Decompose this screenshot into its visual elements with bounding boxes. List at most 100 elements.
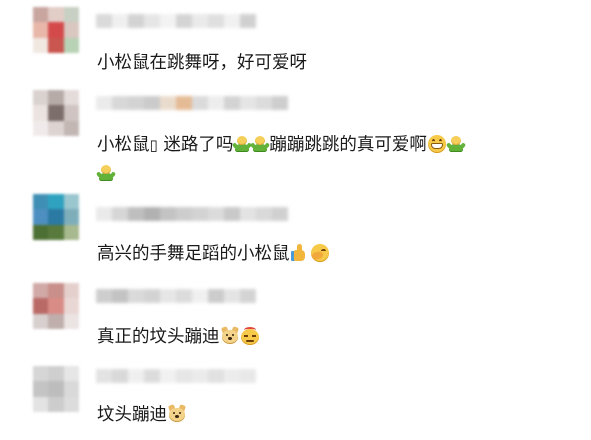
green-doll-emoji-icon [232, 135, 253, 153]
avatar-mosaic-tile [48, 194, 64, 210]
avatar-mosaic-tile [33, 90, 49, 106]
username-mosaic-tile [240, 96, 256, 110]
username-mosaic-tile [144, 207, 160, 221]
avatar[interactable] [33, 7, 79, 53]
username-mosaic-tile [192, 96, 208, 110]
username-mosaic-tile [224, 369, 240, 383]
avatar-mosaic-tile [63, 224, 79, 240]
avatar-mosaic-tile [48, 381, 64, 397]
comment-text: 高兴的手舞足蹈的小松鼠 [97, 240, 330, 268]
username-mosaic-tile [272, 207, 288, 221]
username-mosaic-tile [224, 14, 240, 28]
avatar-mosaic-tile [63, 105, 79, 121]
avatar-mosaic-tile [33, 37, 49, 53]
avatar-mosaic-tile [63, 120, 79, 136]
avatar-mosaic-tile [48, 37, 64, 53]
username-mosaic-tile [176, 14, 192, 28]
avatar-mosaic-tile [33, 22, 49, 38]
avatar-mosaic-tile [63, 90, 79, 106]
username-mosaic-tile [112, 96, 128, 110]
green-doll-emoji-icon [445, 135, 466, 153]
username-mosaic-tile [240, 14, 256, 28]
thumbs-up-emoji-icon [290, 244, 309, 262]
grinning-face-emoji-icon [427, 135, 446, 153]
username-mosaic-tile [256, 207, 272, 221]
username-blurred[interactable] [96, 14, 256, 28]
avatar-mosaic-tile [33, 283, 49, 299]
avatar-mosaic-tile [63, 37, 79, 53]
username-mosaic-tile [240, 369, 256, 383]
avatar-mosaic-tile [63, 298, 79, 314]
missing-glyph-box: ▯ [149, 136, 158, 154]
doge-emoji-icon [167, 404, 187, 423]
avatar-mosaic-tile [63, 194, 79, 210]
avatar-mosaic-tile [48, 366, 64, 382]
username-mosaic-tile [112, 207, 128, 221]
username-mosaic-tile [224, 289, 240, 303]
username-mosaic-tile [112, 14, 128, 28]
username-mosaic-tile [128, 289, 144, 303]
comment-text: 真正的坟头蹦迪 [97, 323, 260, 351]
avatar-mosaic-tile [48, 313, 64, 329]
username-blurred[interactable] [96, 96, 288, 110]
avatar[interactable] [33, 366, 79, 412]
username-mosaic-tile [96, 14, 112, 28]
username-mosaic-tile [208, 96, 224, 110]
username-mosaic-tile [224, 207, 240, 221]
avatar-mosaic-tile [63, 396, 79, 412]
avatar-mosaic-tile [48, 7, 64, 23]
username-mosaic-tile [96, 207, 112, 221]
avatar-mosaic-tile [48, 283, 64, 299]
username-mosaic-tile [160, 14, 176, 28]
avatar-mosaic-tile [48, 396, 64, 412]
username-mosaic-tile [176, 207, 192, 221]
avatar[interactable] [33, 194, 79, 240]
avatar-mosaic-tile [33, 105, 49, 121]
avatar-mosaic-tile [33, 209, 49, 225]
avatar-mosaic-tile [63, 22, 79, 38]
username-mosaic-tile [192, 369, 208, 383]
username-blurred[interactable] [96, 207, 288, 221]
username-blurred[interactable] [96, 289, 256, 303]
comment-list: 小松鼠在跳舞呀，好可爱呀 小松鼠▯ 迷路了吗 蹦蹦跳跳的真可爱啊 高兴的手舞足蹈的… [0, 0, 591, 440]
comment-text: 坟头蹦迪 [97, 401, 187, 429]
username-mosaic-tile [208, 369, 224, 383]
avatar-mosaic-tile [33, 298, 49, 314]
avatar[interactable] [33, 283, 79, 329]
username-mosaic-tile [176, 289, 192, 303]
username-mosaic-tile [192, 14, 208, 28]
username-mosaic-tile [176, 96, 192, 110]
green-doll-emoji-icon [250, 135, 271, 153]
avatar-mosaic-tile [63, 313, 79, 329]
avatar-mosaic-tile [48, 90, 64, 106]
username-mosaic-tile [128, 369, 144, 383]
comment-text-body: 坟头蹦迪 [97, 405, 167, 425]
comment-text-part: 迷路了吗 [163, 135, 234, 155]
avatar-mosaic-tile [48, 120, 64, 136]
username-mosaic-tile [240, 207, 256, 221]
avatar-mosaic-tile [33, 396, 49, 412]
avatar-mosaic-tile [63, 209, 79, 225]
username-mosaic-tile [144, 96, 160, 110]
username-blurred[interactable] [96, 369, 256, 383]
username-mosaic-tile [208, 207, 224, 221]
avatar[interactable] [33, 90, 79, 136]
comment-text: 小松鼠▯ 迷路了吗 蹦蹦跳跳的真可爱啊 [97, 131, 466, 159]
avatar-mosaic-tile [48, 224, 64, 240]
username-mosaic-tile [144, 369, 160, 383]
username-mosaic-tile [160, 96, 176, 110]
username-mosaic-tile [144, 14, 160, 28]
avatar-mosaic-tile [33, 120, 49, 136]
avatar-mosaic-tile [33, 7, 49, 23]
username-mosaic-tile [176, 369, 192, 383]
username-mosaic-tile [144, 289, 160, 303]
comment-text-body: 小松鼠在跳舞呀，好可爱呀 [97, 53, 307, 73]
comment-text-part: 蹦蹦跳跳的真可爱啊 [269, 135, 427, 155]
avatar-mosaic-tile [33, 194, 49, 210]
comment-text: 小松鼠在跳舞呀，好可爱呀 [97, 49, 307, 77]
comment-text-line2 [96, 160, 116, 188]
avatar-mosaic-tile [33, 224, 49, 240]
comment-text-part: 小松鼠 [97, 135, 150, 155]
avatar-mosaic-tile [63, 381, 79, 397]
username-mosaic-tile [224, 96, 240, 110]
